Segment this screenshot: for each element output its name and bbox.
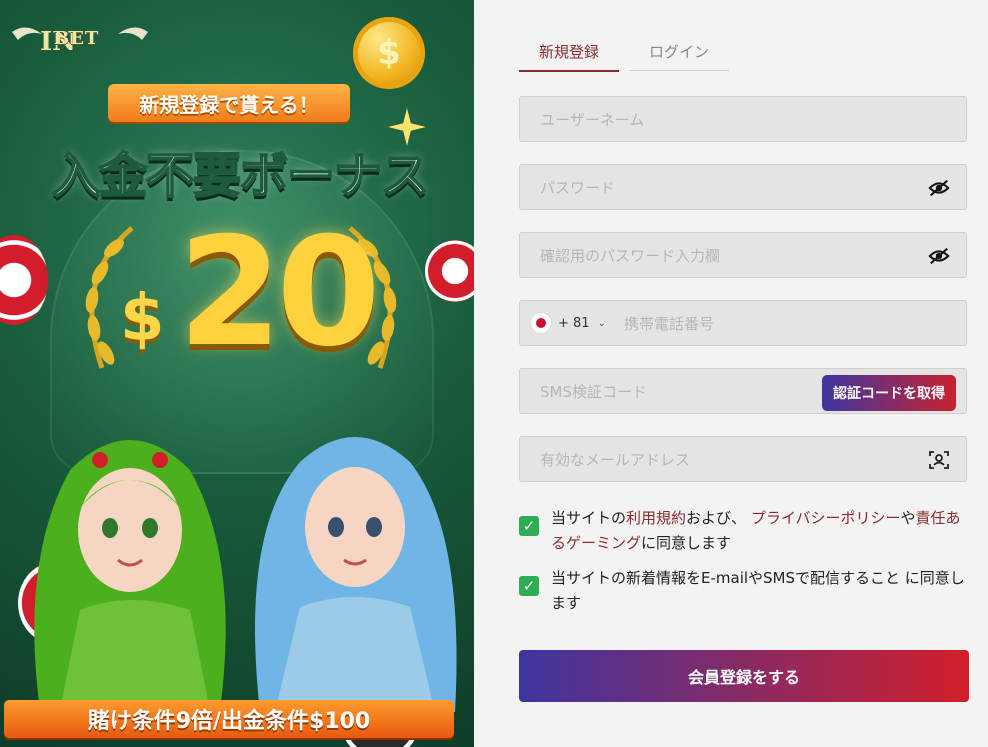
- tab-login[interactable]: ログイン: [629, 32, 729, 71]
- newsletter-agreement: ✓ 当サイトの新着情報をE-mailやSMSで配信すること に同意します: [519, 566, 969, 616]
- privacy-policy-link[interactable]: プライバシーポリシー: [751, 509, 901, 527]
- auth-tabs: 新規登録 ログイン: [519, 32, 729, 72]
- email-field[interactable]: 有効なメールアドレス: [519, 436, 967, 482]
- register-submit-button[interactable]: 会員登録をする: [519, 650, 969, 702]
- promo-headline: 入金不要ボーナス: [51, 147, 430, 205]
- country-code-select[interactable]: + 81 ⌄: [530, 312, 606, 334]
- chevron-down-icon: ⌄: [597, 317, 606, 329]
- password-placeholder: パスワード: [540, 178, 616, 197]
- logo-text: BET: [54, 28, 100, 49]
- bonus-currency: $: [120, 282, 165, 356]
- bonus-amount: 20: [178, 206, 381, 380]
- wager-conditions-banner: 賭け条件9倍/出金条件$100: [4, 700, 454, 738]
- registration-form: 新規登録 ログイン ユーザーネーム パスワード 確認用のパスワード入力欄 + 8…: [519, 0, 969, 747]
- inbet-logo: IN BET: [8, 18, 158, 62]
- username-placeholder: ユーザーネーム: [540, 110, 645, 129]
- phone-field[interactable]: + 81 ⌄ 携帯電話番号: [519, 300, 967, 346]
- poker-chip-icon: [425, 240, 474, 302]
- terms-checkbox[interactable]: ✓: [519, 516, 539, 536]
- eye-off-icon[interactable]: [928, 178, 950, 198]
- confirm-password-field[interactable]: 確認用のパスワード入力欄: [519, 232, 967, 278]
- terms-text: 当サイトの利用規約および、 プライバシーポリシーや責任あるゲーミングに同意します: [551, 506, 969, 556]
- terms-suffix: に同意します: [641, 534, 732, 552]
- terms-mid2: や: [900, 509, 916, 527]
- terms-agreement: ✓ 当サイトの利用規約および、 プライバシーポリシーや責任あるゲーミングに同意し…: [519, 506, 969, 556]
- green-hair-character-image: [34, 440, 226, 710]
- sms-code-field[interactable]: SMS検証コード 認証コードを取得: [519, 368, 967, 414]
- blue-hair-character-image: [255, 437, 457, 712]
- sms-code-placeholder: SMS検証コード: [540, 382, 647, 401]
- phone-placeholder: 携帯電話番号: [623, 314, 714, 333]
- terms-mid: および、: [686, 509, 747, 527]
- poker-chip-icon: [0, 235, 48, 325]
- get-code-button[interactable]: 認証コードを取得: [822, 375, 956, 411]
- confirm-password-placeholder: 確認用のパスワード入力欄: [540, 246, 721, 265]
- gold-coin-icon: $: [353, 17, 425, 89]
- newsletter-checkbox[interactable]: ✓: [519, 576, 539, 596]
- eye-off-icon[interactable]: [928, 246, 950, 266]
- country-code-value: + 81: [558, 315, 590, 331]
- email-placeholder: 有効なメールアドレス: [540, 450, 691, 469]
- contact-scan-icon[interactable]: [928, 450, 950, 470]
- terms-prefix: 当サイトの: [551, 509, 627, 527]
- promo-ribbon: 新規登録で貰える！: [108, 84, 350, 122]
- tab-register[interactable]: 新規登録: [519, 32, 619, 72]
- username-field[interactable]: ユーザーネーム: [519, 96, 967, 142]
- terms-link[interactable]: 利用規約: [626, 509, 686, 527]
- promo-banner: IN BET $ 新規登録で貰える！ 入金不要ボーナス $ 20 賭け条件9倍/…: [0, 0, 474, 747]
- password-field[interactable]: パスワード: [519, 164, 967, 210]
- newsletter-text: 当サイトの新着情報をE-mailやSMSで配信すること に同意します: [551, 569, 965, 612]
- japan-flag-icon: [530, 312, 552, 334]
